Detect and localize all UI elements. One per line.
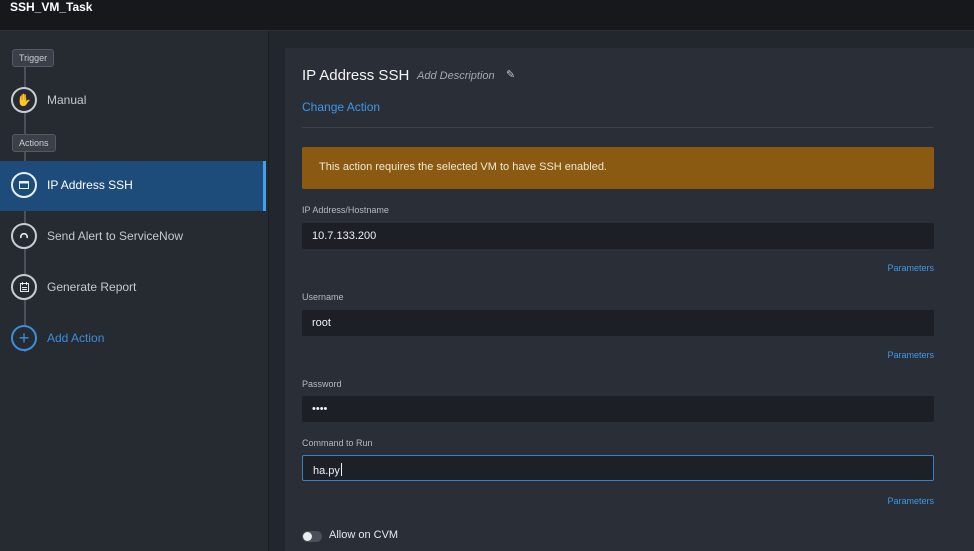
password-value: •••• — [312, 403, 328, 415]
pencil-icon[interactable]: ✎ — [506, 68, 515, 81]
action-config-panel: IP Address SSH Add Description ✎ Change … — [285, 48, 974, 551]
command-text: ha.py — [313, 465, 340, 477]
sidebar-item-label: Manual — [47, 93, 87, 107]
change-action-link[interactable]: Change Action — [302, 100, 380, 114]
command-value: ha.py — [313, 463, 342, 477]
terminal-icon — [11, 172, 37, 198]
add-description-link[interactable]: Add Description — [417, 70, 495, 82]
action-title: IP Address SSH — [302, 67, 410, 84]
sidebar-item-generate-report[interactable]: Generate Report — [0, 263, 266, 313]
actions-tag: Actions — [12, 134, 56, 152]
parameters-link-ip[interactable]: Parameters — [887, 263, 934, 273]
warning-text: This action requires the selected VM to … — [319, 161, 607, 173]
app-title: SSH_VM_Task — [10, 0, 93, 14]
report-icon — [11, 274, 37, 300]
sidebar-item-manual[interactable]: ✋ Manual — [0, 76, 266, 126]
parameters-link-username[interactable]: Parameters — [887, 350, 934, 360]
password-input[interactable]: •••• — [302, 396, 934, 422]
servicenow-icon — [11, 223, 37, 249]
command-input[interactable]: ha.py — [302, 455, 934, 481]
warning-banner: This action requires the selected VM to … — [302, 147, 934, 189]
ip-address-value: 10.7.133.200 — [312, 230, 377, 242]
ip-address-input[interactable]: 10.7.133.200 — [302, 223, 934, 249]
divider — [302, 127, 934, 128]
hand-icon: ✋ — [11, 87, 37, 113]
username-input[interactable]: root — [302, 310, 934, 336]
parameters-link-command[interactable]: Parameters — [887, 496, 934, 506]
plus-icon: + — [11, 325, 37, 351]
sidebar-item-label: Send Alert to ServiceNow — [47, 229, 184, 243]
username-value: root — [312, 317, 331, 329]
password-field-label: Password — [302, 379, 342, 389]
sidebar-divider — [268, 31, 269, 551]
sidebar-item-send-alert[interactable]: Send Alert to ServiceNow — [0, 212, 266, 262]
allow-cvm-label: Allow on CVM — [329, 529, 399, 541]
allow-cvm-toggle[interactable] — [302, 531, 322, 542]
ip-field-label: IP Address/Hostname — [302, 205, 389, 215]
trigger-tag: Trigger — [12, 49, 55, 67]
add-action-label: Add Action — [47, 331, 105, 345]
active-indicator — [263, 161, 266, 211]
title-bar: SSH_VM_Task — [0, 0, 974, 31]
sidebar-item-label: IP Address SSH — [47, 178, 133, 192]
sidebar-item-ip-address-ssh[interactable]: IP Address SSH — [0, 161, 266, 211]
username-field-label: Username — [302, 292, 344, 302]
text-caret — [340, 463, 342, 476]
toggle-knob — [303, 532, 312, 541]
add-action-button[interactable]: + Add Action — [0, 314, 266, 364]
sidebar-item-label: Generate Report — [47, 280, 137, 294]
command-field-label: Command to Run — [302, 438, 373, 448]
